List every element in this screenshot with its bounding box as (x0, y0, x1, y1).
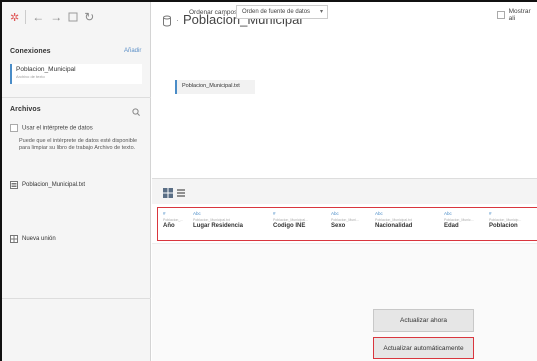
field-name: Sexo (331, 223, 346, 229)
field-column[interactable]: # Poblacion_... Año (163, 211, 183, 229)
string-type-icon[interactable]: Abc (193, 211, 243, 216)
grid-toolbar (152, 178, 537, 204)
field-column[interactable]: Abc Poblacion_Municipal.txt Lugar Reside… (193, 211, 243, 229)
file-name: Poblacion_Municipal.txt (22, 182, 86, 188)
field-name: Lugar Residencia (193, 223, 244, 229)
field-header-row: # Poblacion_... Año Abc Poblacion_Munici… (157, 207, 537, 241)
add-connection-link[interactable]: Añadir (124, 48, 141, 54)
logo-icon[interactable]: ✲ (10, 10, 19, 24)
string-type-icon[interactable]: Abc (444, 211, 474, 216)
chevron-down-icon: ▾ (319, 9, 323, 15)
show-aliases-checkbox[interactable] (497, 11, 505, 19)
grid-view-icon[interactable] (163, 185, 173, 198)
files-title: Archivos (10, 106, 41, 113)
sort-fields-value: Orden de fuente de datos (242, 9, 311, 15)
join-canvas[interactable] (152, 48, 537, 178)
string-type-icon[interactable]: Abc (375, 211, 412, 216)
field-name: Poblacion (489, 223, 518, 229)
new-union-item[interactable]: Nueva unión (10, 235, 56, 243)
toolbar: ✲ ← → ↻ (2, 2, 151, 32)
connections-title: Conexiones (10, 48, 51, 55)
new-union-label: Nueva unión (22, 236, 56, 242)
connection-item[interactable]: Poblacion_Municipal Archivo de texto (10, 64, 142, 84)
interpreter-checkbox[interactable] (10, 124, 18, 132)
field-column[interactable]: Abc Poblacion_Munic... Edad (444, 211, 474, 229)
field-name: Nacionalidad (375, 223, 413, 229)
list-view-icon[interactable] (176, 185, 186, 197)
text-file-icon (10, 181, 18, 189)
number-type-icon[interactable]: # (273, 211, 308, 216)
field-column[interactable]: # Poblacion_Municip... Poblacion (489, 211, 521, 229)
update-now-button[interactable]: Actualizar ahora (373, 309, 474, 332)
data-grid-area (152, 243, 537, 361)
sort-fields-select[interactable]: Orden de fuente de datos ▾ (236, 5, 328, 19)
field-source: Poblacion_... (163, 218, 184, 222)
connection-name: Poblacion_Municipal (16, 66, 76, 73)
toolbar-divider (25, 10, 27, 24)
number-type-icon[interactable]: # (489, 211, 521, 216)
redo-icon[interactable]: → (50, 10, 62, 24)
canvas-table[interactable]: Poblacion_Municipal.txt (175, 80, 255, 94)
union-icon (10, 235, 18, 243)
database-icon (162, 14, 172, 26)
field-source: Poblacion_Munic... (444, 218, 474, 222)
field-source: Poblacion_Municip... (489, 218, 522, 222)
search-icon[interactable] (131, 104, 141, 116)
file-item[interactable]: Poblacion_Municipal.txt (10, 181, 85, 189)
interpreter-description: Puede que el intérprete de datos esté di… (19, 138, 138, 151)
field-column[interactable]: # Poblacion_Municipal... Codigo INE (273, 211, 308, 229)
save-icon[interactable] (68, 10, 78, 24)
data-interpreter-option[interactable]: Usar el intérprete de datos (10, 124, 144, 132)
section-divider (2, 97, 151, 98)
header-separator: · (176, 14, 179, 25)
undo-icon[interactable]: ← (32, 10, 44, 24)
field-column[interactable]: Abc Poblacion_Municipal.txt Nacionalidad (375, 211, 412, 229)
field-source: Poblacion_Municipal... (273, 218, 309, 222)
pane-bottom-divider (2, 298, 151, 299)
field-source: Poblacion_Municipal.txt (375, 218, 412, 222)
show-aliases-option[interactable]: Mostrar ali (497, 8, 537, 22)
field-name: Codigo INE (273, 223, 306, 229)
show-aliases-label: Mostrar ali (508, 8, 531, 22)
refresh-icon[interactable]: ↻ (84, 10, 94, 24)
update-automatically-button[interactable]: Actualizar automáticamente (373, 337, 474, 359)
field-name: Edad (444, 223, 459, 229)
sort-fields-label: Ordenar campos (189, 9, 238, 16)
number-type-icon[interactable]: # (163, 211, 183, 216)
interpreter-label: Usar el intérprete de datos (22, 125, 93, 132)
connection-subtitle: Archivo de texto (16, 74, 45, 79)
field-name: Año (163, 223, 175, 229)
string-type-icon[interactable]: Abc (331, 211, 359, 216)
field-source: Poblacion_Municipal.txt (193, 218, 230, 222)
field-column[interactable]: Abc Poblacion_Muni... Sexo (331, 211, 359, 229)
field-source: Poblacion_Muni... (331, 218, 359, 222)
